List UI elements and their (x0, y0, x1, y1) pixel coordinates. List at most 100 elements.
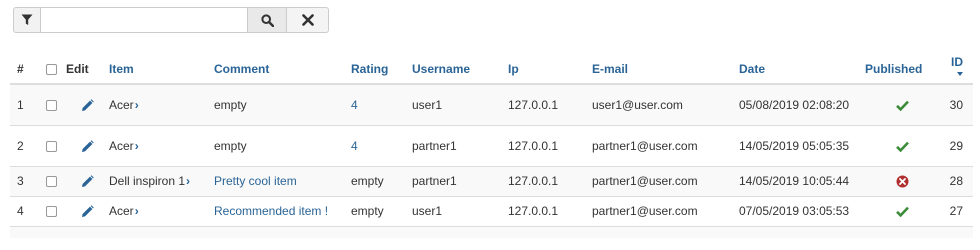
row-number: 2 (10, 125, 36, 167)
row-rating: 4 (351, 125, 412, 167)
row-checkbox[interactable] (45, 140, 57, 152)
published-check-icon[interactable] (896, 206, 909, 218)
comment-text[interactable]: Pretty cool item (214, 174, 297, 188)
chevron-right-icon[interactable]: › (135, 98, 139, 112)
row-published (865, 84, 940, 126)
row-rating: empty (351, 166, 412, 197)
filter-icon (21, 14, 33, 26)
row-edit (66, 84, 109, 126)
filter-input[interactable] (41, 7, 247, 33)
row-item: Acer› (109, 125, 214, 167)
rating-value: empty (351, 174, 384, 188)
unpublished-cross-icon[interactable] (896, 175, 909, 188)
row-rating: 4 (351, 84, 412, 126)
col-header-username[interactable]: Username (412, 55, 508, 85)
row-item: Acer› (109, 84, 214, 126)
row-username: partner1 (412, 125, 508, 167)
row-select (36, 166, 66, 197)
search-icon (260, 13, 274, 27)
rating-value[interactable]: 4 (351, 139, 358, 153)
search-button[interactable] (247, 7, 287, 33)
col-header-email[interactable]: E-mail (592, 55, 739, 85)
col-header-published[interactable]: Published (865, 55, 940, 85)
row-item: Dell inspiron 1› (109, 166, 214, 197)
table-row: 2 Acer› empty 4 partner1 127.0.0.1 partner1@us… (10, 125, 973, 167)
comment-text: empty (214, 138, 247, 153)
row-checkbox[interactable] (45, 176, 57, 188)
col-header-ip[interactable]: Ip (508, 55, 592, 85)
row-username: partner1 (412, 166, 508, 197)
comment-text: empty (214, 97, 247, 112)
col-header-id-label: ID (951, 55, 963, 69)
row-email: partner1@user.com (592, 125, 739, 167)
col-header-item[interactable]: Item (109, 55, 214, 85)
pencil-icon[interactable] (81, 139, 94, 153)
table-row: 1 Acer› empty 4 user1 127.0.0.1 user1@user.com… (10, 84, 973, 126)
row-select (36, 125, 66, 167)
table-header-row: # Edit Item Comment Rating Username Ip E… (10, 55, 973, 85)
row-id: 28 (940, 166, 973, 197)
select-all-checkbox[interactable] (45, 64, 57, 76)
col-header-rating[interactable]: Rating (351, 55, 412, 85)
col-header-id[interactable]: ID (940, 55, 973, 85)
row-email: partner1@user.com (592, 196, 739, 227)
pencil-icon[interactable] (81, 205, 94, 218)
pencil-icon[interactable] (81, 175, 94, 188)
row-date: 14/05/2019 05:05:35 (739, 125, 865, 167)
row-ip: 127.0.0.1 (508, 196, 592, 227)
row-id: 27 (940, 196, 973, 227)
item-name: Acer (109, 138, 134, 153)
chevron-right-icon[interactable]: › (186, 174, 190, 188)
row-checkbox[interactable] (45, 100, 57, 112)
published-check-icon[interactable] (896, 100, 909, 112)
row-username: user1 (412, 196, 508, 227)
row-checkbox[interactable] (45, 206, 57, 218)
table-row-partial (10, 226, 973, 238)
item-name: Dell inspiron 1 (109, 174, 186, 188)
row-email: partner1@user.com (592, 166, 739, 197)
row-date: 05/08/2019 02:08:20 (739, 84, 865, 126)
row-comment: empty (214, 84, 351, 126)
row-edit (66, 125, 109, 167)
row-email: user1@user.com (592, 84, 739, 126)
row-date: 07/05/2019 03:05:53 (739, 196, 865, 227)
col-header-date[interactable]: Date (739, 55, 865, 85)
row-ip: 127.0.0.1 (508, 166, 592, 197)
row-rating: empty (351, 196, 412, 227)
row-ip: 127.0.0.1 (508, 84, 592, 126)
sort-desc-icon (957, 72, 963, 76)
col-header-edit: Edit (66, 55, 109, 85)
row-ip: 127.0.0.1 (508, 125, 592, 167)
row-published (865, 166, 940, 197)
filter-toggle-button[interactable] (13, 7, 41, 33)
chevron-right-icon[interactable]: › (135, 139, 139, 153)
row-edit (66, 166, 109, 197)
table-row: 3 Dell inspiron 1› Pretty cool item empty pa… (10, 166, 973, 197)
col-header-num: # (10, 55, 36, 85)
close-icon (301, 14, 314, 26)
col-header-comment[interactable]: Comment (214, 55, 351, 85)
rating-value[interactable]: 4 (351, 98, 358, 112)
row-id: 29 (940, 125, 973, 167)
row-number: 1 (10, 84, 36, 126)
row-select (36, 84, 66, 126)
row-number: 4 (10, 196, 36, 227)
col-header-select-all (36, 55, 66, 85)
chevron-right-icon[interactable]: › (135, 204, 139, 218)
reviews-table: # Edit Item Comment Rating Username Ip E… (10, 55, 973, 238)
row-item: Acer› (109, 196, 214, 227)
row-id: 30 (940, 84, 973, 126)
row-comment: Recommended item ! (214, 196, 351, 227)
pencil-icon[interactable] (81, 99, 94, 112)
clear-filter-button[interactable] (287, 7, 329, 33)
row-select (36, 196, 66, 227)
row-edit (66, 196, 109, 227)
filter-bar (13, 7, 329, 33)
item-name: Acer (109, 204, 134, 218)
rating-value: empty (351, 204, 384, 218)
table-row: 4 Acer› Recommended item ! empty user1 127.0.… (10, 196, 973, 227)
row-username: user1 (412, 84, 508, 126)
comment-text[interactable]: Recommended item ! (214, 204, 328, 218)
published-check-icon[interactable] (896, 141, 909, 153)
row-date: 14/05/2019 10:05:44 (739, 166, 865, 197)
